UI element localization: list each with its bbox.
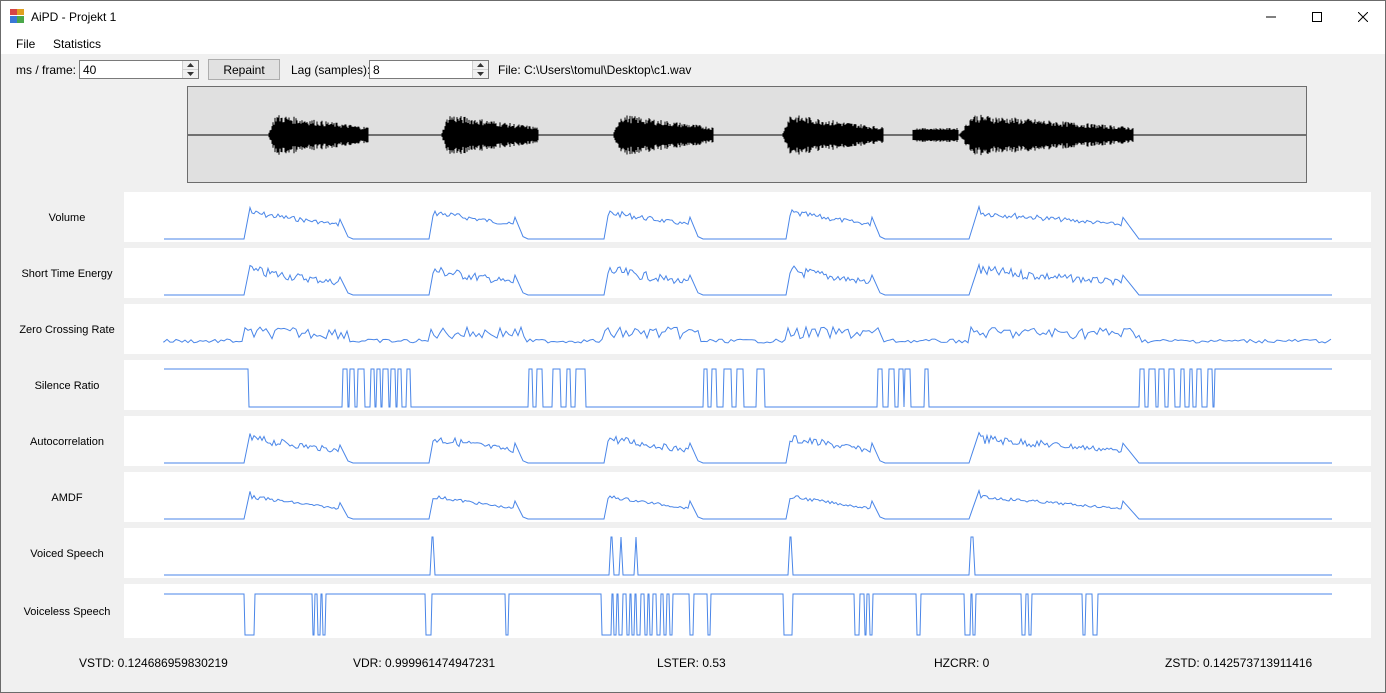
waveform-panel <box>187 86 1307 183</box>
graph-amdf <box>124 472 1371 522</box>
maximize-button[interactable] <box>1294 1 1340 32</box>
title-bar[interactable]: AiPD - Projekt 1 <box>1 1 1385 32</box>
graph-label-voiceless-speech: Voiceless Speech <box>23 606 111 618</box>
app-window: AiPD - Projekt 1 File Statistics ms / fr… <box>0 0 1386 693</box>
waveform-plot <box>188 114 1306 156</box>
short-time-energy-plot <box>164 262 1332 296</box>
chevron-up-icon <box>187 63 194 67</box>
voiced-speech-line <box>164 536 1332 576</box>
lag-value[interactable]: 8 <box>373 63 380 77</box>
voiced-speech-plot <box>164 536 1332 576</box>
graph-label-voiced-speech: Voiced Speech <box>30 548 104 560</box>
maximize-icon <box>1312 11 1322 22</box>
ms-per-frame-value[interactable]: 40 <box>83 63 96 77</box>
graph-short-time-energy <box>124 248 1371 298</box>
ms-up-button[interactable] <box>183 61 198 70</box>
chevron-up-icon <box>477 63 484 67</box>
lag-label: Lag (samples): <box>291 63 371 77</box>
short-time-energy-line <box>164 262 1332 296</box>
volume-line <box>164 204 1332 240</box>
graph-voiced-speech <box>124 528 1371 578</box>
ms-down-button[interactable] <box>183 70 198 78</box>
voiceless-speech-line <box>164 593 1332 636</box>
waveform-line <box>188 114 1306 156</box>
amdf-plot <box>164 488 1332 520</box>
window-title: AiPD - Projekt 1 <box>31 10 117 24</box>
graph-label-volume: Volume <box>48 212 86 224</box>
menu-bar: File Statistics <box>1 32 1385 54</box>
stat-vstd: VSTD: 0.124686959830219 <box>79 656 228 670</box>
voiceless-speech-plot <box>164 593 1332 636</box>
graph-zero-crossing-rate <box>124 304 1371 354</box>
stat-lster: LSTER: 0.53 <box>657 656 726 670</box>
app-icon <box>10 9 24 23</box>
graph-silence-ratio <box>124 360 1371 410</box>
autocorrelation-line <box>164 431 1332 464</box>
lag-stepper[interactable]: 8 <box>369 60 489 79</box>
menu-file[interactable]: File <box>16 37 35 51</box>
graph-label-silence-ratio: Silence Ratio <box>34 380 100 392</box>
zero-crossing-rate-line <box>163 325 1332 344</box>
stat-hzcrr: HZCRR: 0 <box>934 656 990 670</box>
lag-up-button[interactable] <box>473 61 488 70</box>
graph-autocorrelation <box>124 416 1371 466</box>
ms-per-frame-stepper[interactable]: 40 <box>79 60 199 79</box>
minimize-icon <box>1266 16 1276 17</box>
stat-vdr: VDR: 0.999961474947231 <box>353 656 496 670</box>
ms-per-frame-label: ms / frame: <box>16 63 77 77</box>
volume-plot <box>164 204 1332 240</box>
silence-ratio-plot <box>164 368 1332 408</box>
graph-volume <box>124 192 1371 242</box>
menu-statistics[interactable]: Statistics <box>53 37 101 51</box>
amdf-line <box>164 488 1332 520</box>
close-button[interactable] <box>1340 1 1385 32</box>
autocorrelation-plot <box>164 431 1332 464</box>
graph-label-autocorrelation: Autocorrelation <box>30 436 104 448</box>
chevron-down-icon <box>477 72 484 76</box>
graph-voiceless-speech <box>124 584 1371 638</box>
graph-label-amdf: AMDF <box>51 492 83 504</box>
close-icon <box>1358 11 1368 22</box>
graph-label-short-time-energy: Short Time Energy <box>21 268 113 280</box>
file-path-label: File: C:\Users\tomul\Desktop\c1.wav <box>498 63 692 77</box>
lag-down-button[interactable] <box>473 70 488 78</box>
chevron-down-icon <box>187 72 194 76</box>
zero-crossing-rate-plot <box>163 325 1332 344</box>
silence-ratio-line <box>164 368 1332 408</box>
stat-zstd: ZSTD: 0.142573713911416 <box>1165 656 1313 670</box>
minimize-button[interactable] <box>1248 1 1294 32</box>
graph-label-zero-crossing-rate: Zero Crossing Rate <box>19 324 115 336</box>
repaint-button[interactable]: Repaint <box>208 59 280 80</box>
